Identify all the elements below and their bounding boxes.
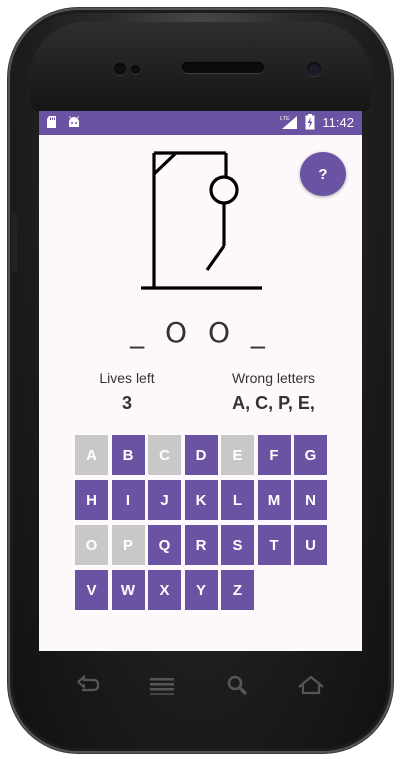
key-g[interactable]: G: [294, 435, 327, 475]
help-button[interactable]: ?: [300, 152, 346, 196]
key-n[interactable]: N: [294, 480, 327, 520]
key-h[interactable]: H: [75, 480, 108, 520]
key-z[interactable]: Z: [221, 570, 254, 610]
earpiece-speaker: [182, 62, 264, 73]
key-t[interactable]: T: [257, 525, 291, 565]
status-time: 11:42: [322, 114, 354, 130]
android-nav-bar: [50, 673, 350, 703]
lives-left-label: Lives left: [99, 370, 155, 386]
key-a[interactable]: A: [75, 435, 108, 475]
search-icon[interactable]: [225, 673, 251, 699]
key-f[interactable]: F: [257, 435, 291, 475]
key-c[interactable]: C: [148, 435, 181, 475]
menu-icon[interactable]: [148, 673, 176, 699]
key-m[interactable]: M: [257, 480, 291, 520]
key-v[interactable]: V: [75, 570, 108, 610]
key-k[interactable]: K: [184, 480, 218, 520]
key-q[interactable]: Q: [148, 525, 181, 565]
key-x[interactable]: X: [148, 570, 181, 610]
back-icon[interactable]: [72, 673, 102, 699]
key-j[interactable]: J: [148, 480, 181, 520]
guess-word: _ O O _: [130, 316, 271, 349]
gallows-brace: [152, 151, 178, 176]
key-y[interactable]: Y: [184, 570, 218, 610]
key-u[interactable]: U: [294, 525, 327, 565]
key-w[interactable]: W: [111, 570, 145, 610]
side-button: [11, 213, 17, 273]
phone-top-bezel: [30, 22, 371, 112]
battery-charging-icon: [305, 114, 315, 130]
wrong-letters-label: Wrong letters: [232, 370, 315, 386]
wrong-letters-value: A, C, P, E,: [232, 393, 315, 413]
key-p[interactable]: P: [111, 525, 145, 565]
android-icon: [69, 116, 79, 127]
key-s[interactable]: S: [221, 525, 254, 565]
lives-left-value: 3: [121, 393, 132, 413]
status-bar: LTE 11:42: [39, 111, 362, 135]
key-o[interactable]: O: [75, 525, 108, 565]
sd-card-icon: [47, 116, 56, 128]
key-i[interactable]: I: [111, 480, 145, 520]
key-e[interactable]: E: [221, 435, 254, 475]
network-type-label: LTE: [280, 116, 290, 122]
hangman-leg: [205, 245, 226, 271]
lte-signal-icon: LTE: [280, 116, 298, 129]
proximity-sensor: [114, 63, 126, 75]
key-b[interactable]: B: [111, 435, 145, 475]
key-l[interactable]: L: [221, 480, 254, 520]
key-r[interactable]: R: [184, 525, 218, 565]
home-icon[interactable]: [296, 673, 326, 699]
hangman-head: [209, 175, 239, 205]
hangman-gallows: [141, 151, 262, 290]
light-sensor: [131, 65, 140, 74]
key-d[interactable]: D: [184, 435, 218, 475]
front-camera: [307, 62, 321, 76]
app-screen: LTE 11:42 ? _ O O _ Lives left 3 Wrong l…: [39, 111, 362, 651]
